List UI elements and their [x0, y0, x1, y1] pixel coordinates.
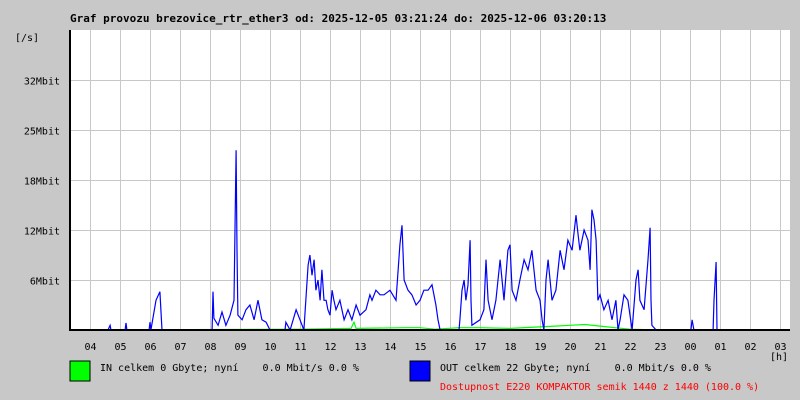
- legend-out-swatch: [409, 360, 431, 382]
- x-tick-label: 07: [174, 342, 186, 353]
- x-tick-label: 20: [564, 342, 576, 353]
- x-tick-label: 08: [204, 342, 216, 353]
- chart-svg: Graf provozu brezovice_rtr_ether3 od: 20…: [15, 12, 790, 393]
- x-tick-label: 12: [324, 342, 336, 353]
- x-tick-label: 00: [684, 342, 696, 353]
- y-tick-label: 25Mbit: [24, 127, 60, 138]
- x-tick-label: 17: [474, 342, 486, 353]
- x-tick-label: 16: [444, 342, 456, 353]
- x-tick-label: 04: [84, 342, 96, 353]
- x-tick-label: 13: [354, 342, 366, 353]
- chart-title: Graf provozu brezovice_rtr_ether3 od: 20…: [70, 12, 606, 25]
- x-axis-label: [h]: [770, 352, 788, 363]
- availability-text: Dostupnost E220 KOMPAKTOR semik 1440 z 1…: [440, 382, 759, 393]
- x-tick-label: 10: [264, 342, 276, 353]
- y-ticks: 6Mbit 12Mbit 18Mbit 25Mbit 32Mbit: [24, 77, 60, 288]
- x-tick-label: 18: [504, 342, 516, 353]
- x-tick-label: 14: [384, 342, 396, 353]
- y-tick-label: 18Mbit: [24, 177, 60, 188]
- x-tick-label: 23: [654, 342, 666, 353]
- traffic-graph: Graf provozu brezovice_rtr_ether3 od: 20…: [0, 0, 800, 400]
- x-tick-label: 06: [144, 342, 156, 353]
- legend-in-text: IN celkem 0 Gbyte; nyní 0.0 Mbit/s 0.0 %: [100, 362, 359, 374]
- legend-in-swatch: [69, 360, 91, 382]
- x-ticks: 04 05 06 07 08 09 10 11 12 13 14 15 16 17 18 19 20 21 22 23…: [84, 342, 786, 353]
- x-tick-label: 02: [744, 342, 756, 353]
- x-tick-label: 21: [594, 342, 606, 353]
- y-tick-label: 12Mbit: [24, 227, 60, 238]
- x-tick-label: 01: [714, 342, 726, 353]
- y-axis-label: [/s]: [15, 33, 39, 44]
- y-tick-label: 32Mbit: [24, 77, 60, 88]
- x-tick-label: 05: [114, 342, 126, 353]
- x-tick-label: 11: [294, 342, 306, 353]
- legend-out-text: OUT celkem 22 Gbyte; nyní 0.0 Mbit/s 0.0…: [440, 362, 711, 374]
- x-tick-label: 15: [414, 342, 426, 353]
- x-tick-label: 19: [534, 342, 546, 353]
- x-tick-label: 22: [624, 342, 636, 353]
- y-tick-label: 6Mbit: [30, 277, 60, 288]
- x-tick-label: 09: [234, 342, 246, 353]
